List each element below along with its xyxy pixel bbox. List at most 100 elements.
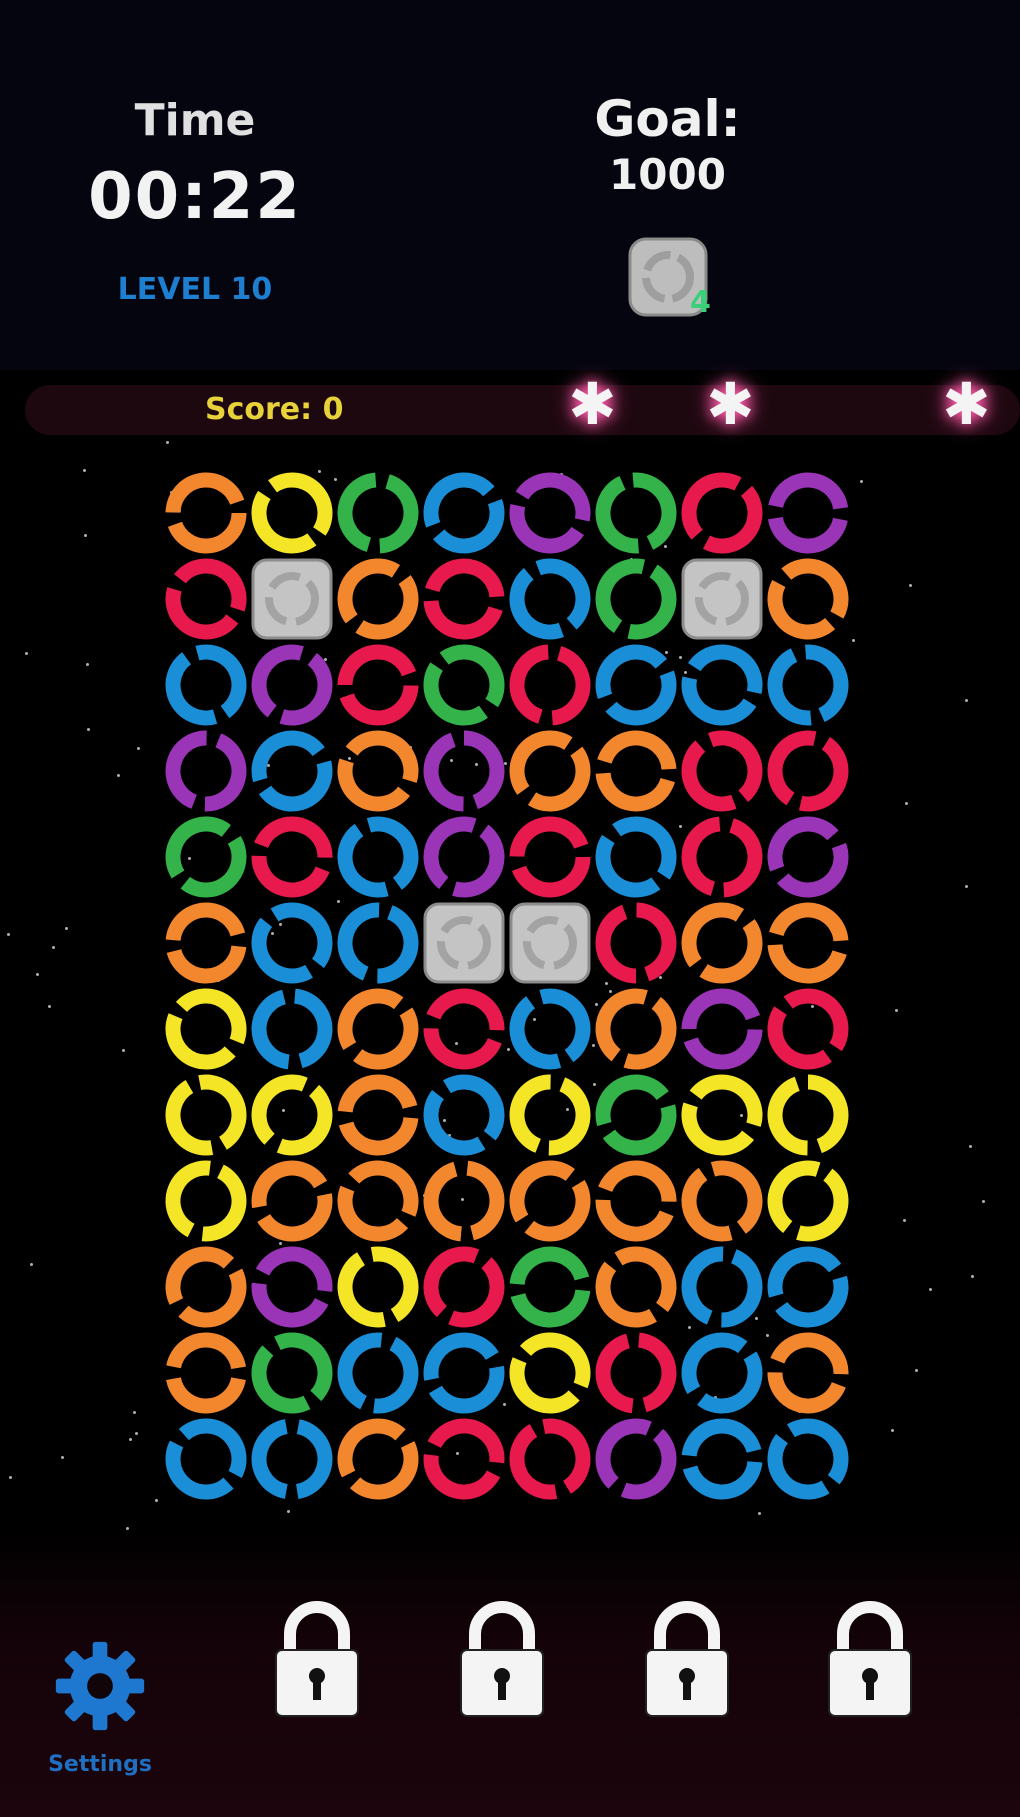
red-ring[interactable] (593, 900, 679, 986)
green-ring[interactable] (593, 556, 679, 642)
stone-block[interactable] (421, 900, 507, 986)
yellow-ring[interactable] (679, 1072, 765, 1158)
blue-ring[interactable] (679, 1244, 765, 1330)
blue-ring[interactable] (679, 1330, 765, 1416)
purple-ring[interactable] (421, 814, 507, 900)
yellow-ring[interactable] (163, 1158, 249, 1244)
orange-ring[interactable] (163, 1330, 249, 1416)
green-ring[interactable] (593, 1072, 679, 1158)
blue-ring[interactable] (507, 556, 593, 642)
orange-ring[interactable] (507, 728, 593, 814)
blue-ring[interactable] (421, 470, 507, 556)
red-ring[interactable] (507, 642, 593, 728)
orange-ring[interactable] (679, 900, 765, 986)
blue-ring[interactable] (249, 986, 335, 1072)
blue-ring[interactable] (163, 642, 249, 728)
purple-ring[interactable] (249, 642, 335, 728)
orange-ring[interactable] (765, 900, 851, 986)
yellow-ring[interactable] (507, 1072, 593, 1158)
stone-block[interactable] (679, 556, 765, 642)
green-ring[interactable] (335, 470, 421, 556)
orange-ring[interactable] (765, 556, 851, 642)
blue-ring[interactable] (507, 986, 593, 1072)
stone-block[interactable] (249, 556, 335, 642)
red-ring[interactable] (593, 1330, 679, 1416)
orange-ring[interactable] (765, 1330, 851, 1416)
orange-ring[interactable] (335, 1158, 421, 1244)
red-ring[interactable] (163, 556, 249, 642)
blue-ring[interactable] (421, 1330, 507, 1416)
orange-ring[interactable] (593, 986, 679, 1072)
red-ring[interactable] (679, 814, 765, 900)
yellow-ring[interactable] (249, 1072, 335, 1158)
red-ring[interactable] (765, 986, 851, 1072)
red-ring[interactable] (679, 728, 765, 814)
orange-ring[interactable] (593, 1158, 679, 1244)
red-ring[interactable] (421, 1244, 507, 1330)
blue-ring[interactable] (679, 642, 765, 728)
lock-icon[interactable] (455, 1600, 549, 1720)
blue-ring[interactable] (335, 814, 421, 900)
blue-ring[interactable] (593, 642, 679, 728)
blue-ring[interactable] (163, 1416, 249, 1502)
green-ring[interactable] (249, 1330, 335, 1416)
red-ring[interactable] (765, 728, 851, 814)
blue-ring[interactable] (765, 642, 851, 728)
blue-ring[interactable] (249, 900, 335, 986)
blue-ring[interactable] (421, 1072, 507, 1158)
orange-ring[interactable] (421, 1158, 507, 1244)
orange-ring[interactable] (335, 556, 421, 642)
blue-ring[interactable] (249, 728, 335, 814)
purple-ring[interactable] (765, 470, 851, 556)
purple-ring[interactable] (421, 728, 507, 814)
blue-ring[interactable] (765, 1244, 851, 1330)
lock-icon[interactable] (270, 1600, 364, 1720)
yellow-ring[interactable] (765, 1072, 851, 1158)
purple-ring[interactable] (163, 728, 249, 814)
stone-block[interactable] (507, 900, 593, 986)
yellow-ring[interactable] (163, 1072, 249, 1158)
purple-ring[interactable] (593, 1416, 679, 1502)
yellow-ring[interactable] (163, 986, 249, 1072)
yellow-ring[interactable] (507, 1330, 593, 1416)
blue-ring[interactable] (593, 814, 679, 900)
purple-ring[interactable] (679, 986, 765, 1072)
orange-ring[interactable] (507, 1158, 593, 1244)
orange-ring[interactable] (249, 1158, 335, 1244)
lock-icon[interactable] (823, 1600, 917, 1720)
orange-ring[interactable] (335, 728, 421, 814)
red-ring[interactable] (249, 814, 335, 900)
yellow-ring[interactable] (765, 1158, 851, 1244)
blue-ring[interactable] (765, 1416, 851, 1502)
orange-ring[interactable] (163, 900, 249, 986)
orange-ring[interactable] (593, 1244, 679, 1330)
yellow-ring[interactable] (249, 470, 335, 556)
blue-ring[interactable] (335, 1330, 421, 1416)
orange-ring[interactable] (335, 1416, 421, 1502)
red-ring[interactable] (507, 1416, 593, 1502)
purple-ring[interactable] (765, 814, 851, 900)
blue-ring[interactable] (335, 900, 421, 986)
orange-ring[interactable] (335, 1072, 421, 1158)
purple-ring[interactable] (249, 1244, 335, 1330)
gear-icon[interactable] (54, 1640, 146, 1732)
blue-ring[interactable] (249, 1416, 335, 1502)
red-ring[interactable] (421, 986, 507, 1072)
red-ring[interactable] (335, 642, 421, 728)
purple-ring[interactable] (507, 470, 593, 556)
orange-ring[interactable] (163, 1244, 249, 1330)
orange-ring[interactable] (335, 986, 421, 1072)
blue-ring[interactable] (679, 1416, 765, 1502)
red-ring[interactable] (421, 1416, 507, 1502)
red-ring[interactable] (421, 556, 507, 642)
lock-icon[interactable] (640, 1600, 734, 1720)
yellow-ring[interactable] (335, 1244, 421, 1330)
settings-label[interactable]: Settings (30, 1752, 170, 1777)
green-ring[interactable] (421, 642, 507, 728)
green-ring[interactable] (593, 470, 679, 556)
orange-ring[interactable] (163, 470, 249, 556)
orange-ring[interactable] (593, 728, 679, 814)
red-ring[interactable] (679, 470, 765, 556)
green-ring[interactable] (507, 1244, 593, 1330)
orange-ring[interactable] (679, 1158, 765, 1244)
